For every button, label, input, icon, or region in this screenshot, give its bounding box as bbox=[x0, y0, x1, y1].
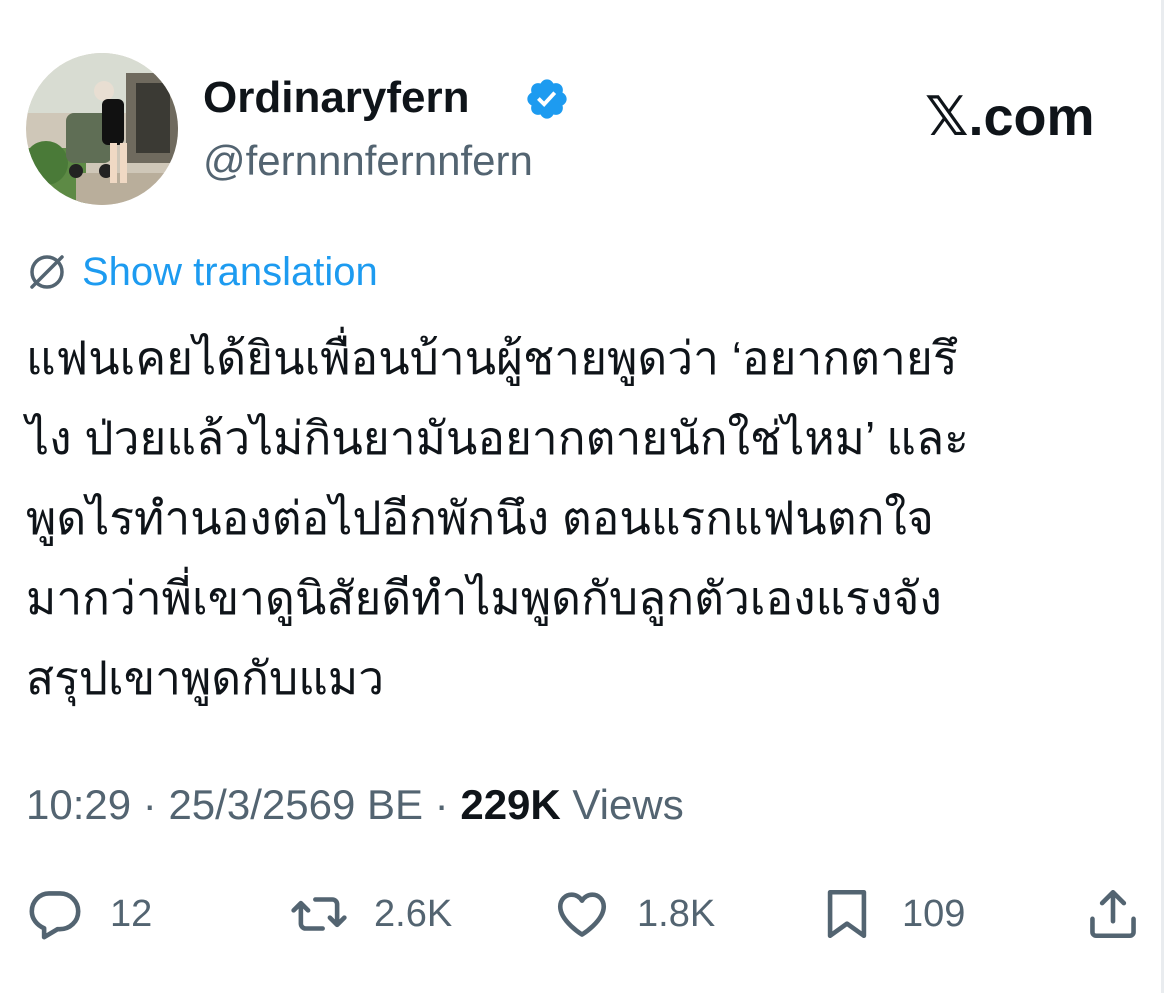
bookmark-count: 109 bbox=[902, 893, 966, 935]
like-button[interactable]: 1.8K bbox=[553, 885, 715, 943]
handle[interactable]: @fernnnfernnfern bbox=[203, 136, 533, 186]
retweet-icon bbox=[291, 897, 347, 931]
share-icon bbox=[1090, 889, 1136, 939]
tweet-line: มากว่าพี่เขาดูนิสัยดีทำไมพูดกับลูกตัวเอง… bbox=[26, 572, 942, 624]
tweet-line: พูดไรทำนองต่อไปอีกพักนึง ตอนแรกแฟนตกใจ bbox=[26, 492, 934, 544]
bookmark-button[interactable]: 109 bbox=[818, 885, 965, 943]
heart-icon bbox=[557, 892, 607, 937]
tweet-line: ไง ป่วยแล้วไม่กินยามันอยากตายนักใช่ไหม’ … bbox=[26, 412, 969, 464]
show-translation-row[interactable]: Show translation bbox=[26, 248, 378, 296]
views-count: 229K bbox=[460, 781, 561, 828]
tweet-time[interactable]: 10:29 bbox=[26, 781, 131, 828]
tweet-line: สรุปเขาพูดกับแมว bbox=[26, 652, 385, 704]
show-translation-link[interactable]: Show translation bbox=[82, 248, 378, 296]
repost-count: 2.6K bbox=[374, 893, 453, 935]
brand-label: 𝕏.com bbox=[925, 87, 1095, 147]
globe-icon bbox=[30, 255, 64, 289]
meta-separator: · bbox=[142, 781, 157, 828]
tweet-date[interactable]: 25/3/2569 BE bbox=[168, 781, 423, 828]
share-button[interactable] bbox=[1084, 885, 1142, 943]
tweet-line: แฟนเคยได้ยินเพื่อนบ้านผู้ชายพูดว่า ‘อยาก… bbox=[26, 332, 958, 384]
avatar[interactable] bbox=[26, 53, 178, 205]
verified-badge-icon bbox=[527, 79, 567, 119]
bookmark-icon bbox=[827, 889, 867, 939]
reply-count: 12 bbox=[110, 893, 153, 935]
reply-button[interactable]: 12 bbox=[26, 885, 152, 943]
profile-photo bbox=[26, 53, 178, 205]
reply-icon bbox=[29, 891, 81, 940]
meta-separator: · bbox=[434, 781, 449, 828]
display-name[interactable]: Ordinaryfern bbox=[203, 72, 470, 124]
tweet-meta: 10:29 · 25/3/2569 BE · 229K Views bbox=[26, 780, 684, 830]
repost-button[interactable]: 2.6K bbox=[290, 885, 452, 943]
scroll-edge bbox=[1161, 0, 1164, 993]
views-label: Views bbox=[572, 781, 684, 828]
tweet-text: แฟนเคยได้ยินเพื่อนบ้านผู้ชายพูดว่า ‘อยาก… bbox=[26, 318, 1136, 718]
like-count: 1.8K bbox=[637, 893, 716, 935]
